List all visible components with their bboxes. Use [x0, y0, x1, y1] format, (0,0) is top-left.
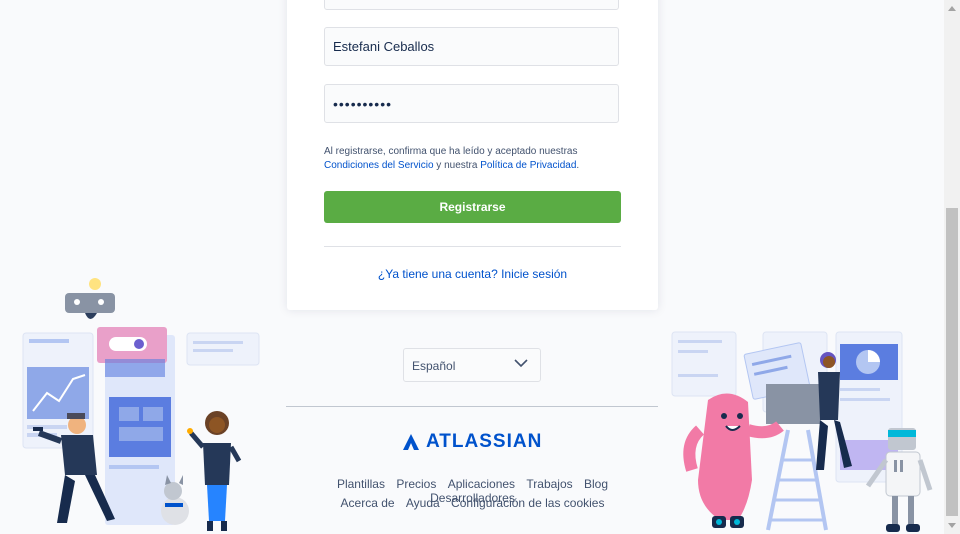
scroll-up-arrow-icon[interactable] [948, 6, 956, 11]
footer-link-acerca-de[interactable]: Acerca de [341, 496, 395, 510]
privacy-policy-link[interactable]: Política de Privacidad [480, 160, 576, 171]
footer-link-cookies[interactable]: Configuración de las cookies [451, 496, 604, 510]
atlassian-logo[interactable]: ATLASSIAN [402, 431, 542, 453]
footer-link-ayuda[interactable]: Ayuda [406, 496, 440, 510]
footer-link-precios[interactable]: Precios [396, 477, 436, 491]
language-select[interactable]: Español [403, 348, 541, 382]
atlassian-logo-icon [403, 434, 419, 450]
chevron-down-icon [514, 359, 528, 368]
vertical-scrollbar[interactable] [944, 0, 960, 534]
terms-prefix: Al registrarse, confirma que ha leído y … [324, 146, 578, 157]
footer-link-blog[interactable]: Blog [584, 477, 608, 491]
email-field[interactable] [324, 0, 619, 10]
password-field[interactable] [324, 84, 619, 123]
footer-links-row-2: Acerca de Ayuda Configuración de las coo… [285, 496, 660, 510]
scroll-down-arrow-icon[interactable] [948, 523, 956, 528]
terms-of-service-link[interactable]: Condiciones del Servicio [324, 160, 434, 171]
terms-suffix: . [576, 160, 580, 171]
register-button[interactable]: Registrarse [324, 191, 621, 223]
scrollbar-thumb[interactable] [946, 208, 958, 516]
footer-link-aplicaciones[interactable]: Aplicaciones [448, 477, 515, 491]
full-name-field[interactable] [324, 27, 619, 66]
footer-link-trabajos[interactable]: Trabajos [526, 477, 572, 491]
signup-card: Al registrarse, confirma que ha leído y … [287, 0, 658, 310]
language-selected: Español [412, 359, 456, 373]
card-divider [324, 246, 621, 247]
footer-divider [286, 406, 658, 407]
left-illustration [22, 278, 260, 531]
footer-link-plantillas[interactable]: Plantillas [337, 477, 385, 491]
terms-middle: y nuestra [433, 160, 481, 171]
login-link[interactable]: ¿Ya tiene una cuenta? Inicie sesión [287, 267, 658, 281]
right-illustration [671, 331, 933, 532]
atlassian-wordmark: ATLASSIAN [426, 431, 543, 452]
terms-notice: Al registrarse, confirma que ha leído y … [324, 145, 624, 173]
